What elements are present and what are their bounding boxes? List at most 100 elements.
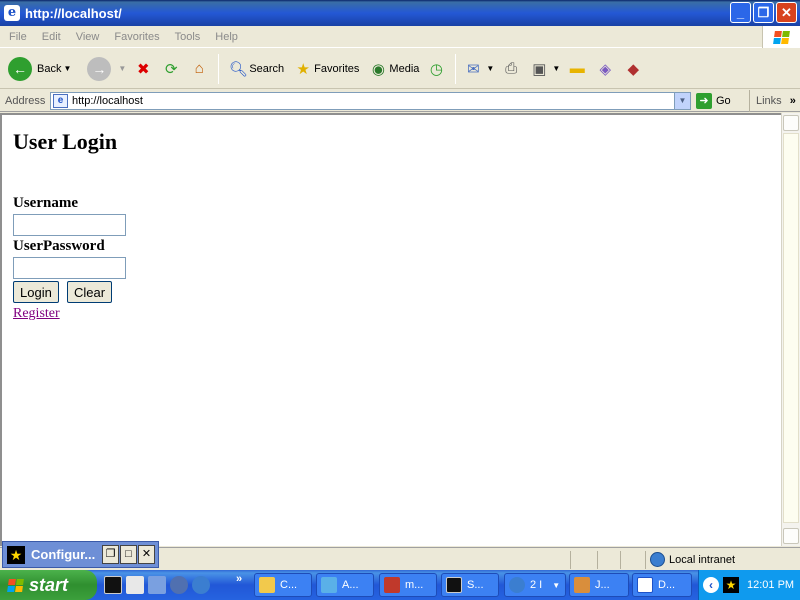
task-button[interactable]: J... [569, 573, 629, 597]
chevron-left-icon[interactable]: ‹ [703, 577, 719, 593]
close-button[interactable]: ✕ [138, 545, 155, 564]
links-bar[interactable]: Links » [749, 90, 796, 112]
address-url[interactable]: http://localhost [72, 95, 143, 107]
media-globe-icon: ◉ [371, 60, 385, 78]
stop-icon[interactable]: ✖ [132, 58, 154, 80]
intranet-icon [650, 552, 665, 567]
refresh-icon[interactable]: ⟳ [160, 58, 182, 80]
task-label: C... [280, 579, 298, 591]
status-divider [645, 551, 646, 569]
vertical-scrollbar[interactable] [781, 113, 800, 546]
window-controls: _ ❐ ✕ [730, 2, 797, 23]
favorites-button[interactable]: ★ Favorites [292, 58, 359, 80]
mail-icon[interactable]: ✉ [462, 58, 484, 80]
password-input[interactable] [13, 257, 126, 279]
menu-file[interactable]: File [9, 31, 27, 43]
scroll-up-button[interactable] [783, 115, 799, 131]
address-input[interactable]: e http://localhost ▼ [50, 92, 691, 110]
go-label: Go [716, 95, 731, 107]
chevron-down-icon[interactable]: ▼ [118, 64, 126, 73]
chevron-down-icon[interactable]: ▼ [674, 93, 690, 109]
menu-tools[interactable]: Tools [175, 31, 201, 43]
password-label: UserPassword [13, 238, 105, 254]
task-button[interactable]: A... [316, 573, 374, 597]
username-label: Username [13, 195, 78, 211]
toolbar: ← Back ▼ → ▼ ✖ ⟳ ⌂ 🔍︎ Search ★ Favorites… [0, 49, 800, 89]
restore-button[interactable]: ❐ [753, 2, 774, 23]
app-icon [384, 577, 400, 593]
star-app-icon: ★ [7, 545, 25, 564]
register-link[interactable]: Register [13, 306, 60, 322]
notepad-icon[interactable] [148, 576, 166, 594]
toolbar-separator [218, 53, 220, 84]
task-button[interactable]: D... [632, 573, 692, 597]
ie-icon [509, 577, 525, 593]
close-button[interactable]: ✕ [776, 2, 797, 23]
toolbar-separator [455, 53, 457, 84]
chevron-down-icon[interactable]: ▼ [63, 64, 71, 73]
window-title: http://localhost/ [25, 5, 122, 21]
task-button[interactable]: C... [254, 573, 312, 597]
desktop-icon[interactable] [126, 576, 144, 594]
login-button[interactable]: Login [13, 281, 59, 303]
task-button[interactable]: m... [379, 573, 437, 597]
history-icon[interactable]: ◷ [425, 58, 447, 80]
folder-icon [259, 577, 275, 593]
system-tray: ‹ ★ 12:01 PM [698, 570, 800, 600]
note-icon[interactable]: ▬ [566, 58, 588, 80]
clear-button[interactable]: Clear [67, 281, 113, 303]
home-icon[interactable]: ⌂ [188, 58, 210, 80]
scroll-track[interactable] [783, 133, 799, 523]
menu-view[interactable]: View [76, 31, 100, 43]
title-bar[interactable]: e http://localhost/ _ ❐ ✕ [0, 0, 800, 26]
windows-flag-icon [7, 578, 24, 592]
media-label: Media [389, 62, 420, 75]
security-zone[interactable]: Local intranet [650, 552, 735, 567]
research-icon[interactable]: ◆ [622, 58, 644, 80]
media-button[interactable]: ◉ Media [367, 58, 420, 80]
mini-window[interactable]: ★ Configur... ❐ □ ✕ [2, 541, 159, 568]
minimize-button[interactable]: _ [730, 2, 751, 23]
start-button[interactable]: start [0, 570, 97, 600]
username-input[interactable] [13, 214, 126, 236]
console-icon[interactable] [104, 576, 122, 594]
task-button[interactable]: S... [441, 573, 499, 597]
print-icon[interactable]: ⎙ [500, 58, 522, 80]
app-icon[interactable] [170, 576, 188, 594]
links-label: Links [756, 95, 782, 107]
maximize-button[interactable]: □ [120, 545, 137, 564]
windows-flag-icon [773, 30, 790, 44]
restore-button[interactable]: ❐ [102, 545, 119, 564]
task-label: S... [467, 579, 484, 591]
ie-icon[interactable] [192, 576, 210, 594]
search-button[interactable]: 🔍︎ Search [227, 58, 284, 80]
task-label: m... [405, 579, 424, 591]
chevron-down-icon[interactable]: ▼ [552, 581, 560, 590]
address-label: Address [5, 94, 46, 107]
chevron-down-icon[interactable]: ▼ [486, 64, 494, 73]
edit-icon[interactable]: ▣ [528, 58, 550, 80]
word-icon [637, 577, 653, 593]
menu-help[interactable]: Help [215, 31, 238, 43]
menu-edit[interactable]: Edit [42, 31, 61, 43]
clock[interactable]: 12:01 PM [747, 579, 794, 591]
menu-bar: File Edit View Favorites Tools Help [0, 26, 800, 48]
forward-button[interactable]: → ▼ [79, 56, 126, 81]
scroll-down-button[interactable] [783, 528, 799, 544]
star-app-icon[interactable]: ★ [723, 577, 739, 593]
task-button[interactable]: 2 I ▼ [504, 573, 566, 597]
task-label: J... [595, 579, 610, 591]
task-label: A... [342, 579, 359, 591]
forward-arrow-icon: → [87, 56, 112, 81]
go-button[interactable]: ➜ Go [696, 93, 731, 109]
menu-favorites[interactable]: Favorites [114, 31, 159, 43]
back-button[interactable]: ← Back ▼ [8, 56, 71, 81]
chevron-right-icon[interactable]: » [236, 573, 242, 585]
go-arrow-icon: ➜ [696, 93, 712, 109]
search-icon: 🔍︎ [228, 60, 248, 78]
chevron-down-icon[interactable]: ▼ [552, 64, 560, 73]
page-content: User Login Username UserPassword Login C… [0, 113, 781, 546]
favorites-label: Favorites [314, 62, 360, 75]
chevron-right-icon[interactable]: » [790, 95, 796, 107]
messenger-icon[interactable]: ◈ [594, 58, 616, 80]
